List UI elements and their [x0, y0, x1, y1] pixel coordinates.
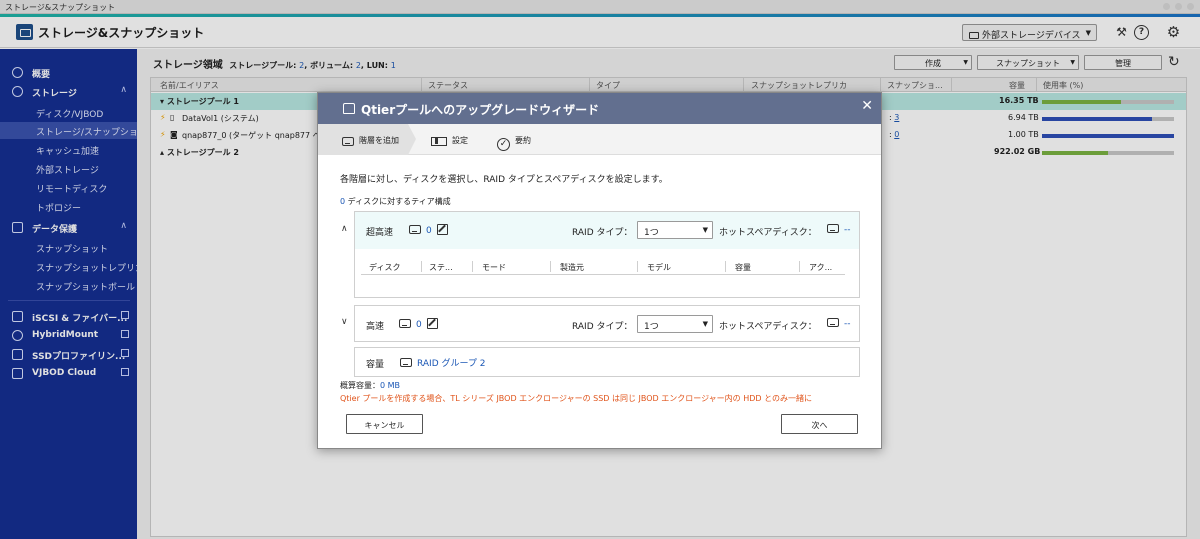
check-icon: ✓ [497, 138, 510, 151]
col-separator [799, 261, 800, 272]
raid-type-select[interactable]: 1つ ▼ [637, 315, 713, 333]
hot-spare-label: ホットスペアディスク： [719, 228, 817, 238]
wizard-description: 各階層に対し、ディスクを選択し、RAID タイプとスペアディスクを設定します。 [340, 175, 668, 185]
col-separator [725, 261, 726, 272]
drive-icon [399, 319, 411, 328]
hot-spare-value[interactable]: -- [827, 224, 851, 235]
tier-capacity: 容量 RAID グループ 2 [354, 347, 860, 377]
drive-icon [827, 318, 839, 327]
tier-config-summary: 0 ディスクに対するティア構成 [340, 197, 451, 206]
tier-header: 超高速 0 RAID タイプ： 1つ ▼ ホットスペアディスク： -- [355, 212, 859, 249]
col-mode[interactable]: モード [482, 262, 506, 273]
tier-ultra-high-speed: 超高速 0 RAID タイプ： 1つ ▼ ホットスペアディスク： -- ディスク … [354, 211, 860, 298]
modal-header: Qtierプールへのアップグレードウィザード ✕ [318, 93, 881, 124]
drive-icon [827, 224, 839, 233]
step-settings: 設定 [431, 135, 468, 146]
qtier-upgrade-wizard: Qtierプールへのアップグレードウィザード ✕ 階層を追加 設定 ✓ 要約 各階… [317, 92, 882, 449]
tier-high-speed: 高速 0 RAID タイプ： 1つ ▼ ホットスペアディスク： -- [354, 305, 860, 342]
col-action[interactable]: アク... [809, 262, 832, 273]
modal-title: Qtierプールへのアップグレードウィザード [361, 103, 600, 117]
cancel-button[interactable]: キャンセル [346, 414, 423, 434]
step-summary: ✓ 要約 [497, 135, 531, 151]
estimated-capacity: 概算容量：0 MB [340, 381, 401, 390]
col-capacity[interactable]: 容量 [735, 262, 751, 273]
col-separator [421, 261, 422, 272]
capacity-raid-group[interactable]: RAID グループ 2 [400, 356, 486, 369]
tier-name: 超高速 [366, 228, 394, 238]
tier-disk-count[interactable]: 0 [399, 318, 438, 330]
pool-icon [343, 103, 355, 114]
col-separator [637, 261, 638, 272]
wizard-steps: 階層を追加 設定 ✓ 要約 [318, 124, 881, 155]
tier-disk-count[interactable]: 0 [409, 224, 448, 236]
chevron-down-icon: ▼ [702, 226, 708, 234]
edit-icon[interactable] [436, 224, 448, 235]
col-model[interactable]: モデル [647, 262, 671, 273]
capacity-label: 容量 [366, 360, 385, 370]
tier-name: 高速 [366, 322, 385, 332]
hot-spare-value[interactable]: -- [827, 318, 851, 329]
edit-icon[interactable] [426, 318, 438, 329]
close-icon[interactable]: ✕ [861, 98, 873, 114]
warning-text: Qtier プールを作成する場合、TL シリーズ JBOD エンクロージャーの … [340, 394, 813, 403]
col-separator [472, 261, 473, 272]
chevron-down-icon: ▼ [702, 320, 708, 328]
col-separator [550, 261, 551, 272]
col-manufacturer[interactable]: 製造元 [560, 262, 584, 273]
raid-type-select[interactable]: 1つ ▼ [637, 221, 713, 239]
raid-type-label: RAID タイプ： [572, 228, 633, 238]
settings-step-icon [431, 137, 447, 146]
drive-icon [409, 225, 421, 234]
chevron-down-icon[interactable]: ∨ [341, 317, 348, 327]
step-add-tier: 階層を追加 [342, 135, 399, 146]
disk-table-header: ディスク ステ... モード 製造元 モデル 容量 アク... [361, 258, 845, 275]
raid-type-label: RAID タイプ： [572, 322, 633, 332]
drive-icon [400, 358, 412, 367]
hot-spare-label: ホットスペアディスク： [719, 322, 817, 332]
next-button[interactable]: 次へ [781, 414, 858, 434]
col-status[interactable]: ステ... [429, 262, 453, 273]
chevron-up-icon[interactable]: ∧ [341, 224, 348, 234]
col-disk[interactable]: ディスク [369, 262, 400, 273]
drive-icon [342, 137, 354, 146]
